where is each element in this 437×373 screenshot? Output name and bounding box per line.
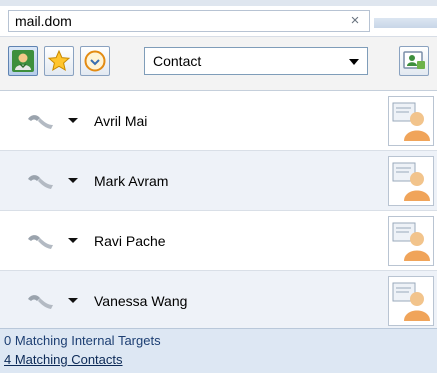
contact-row[interactable]: Ravi Pache xyxy=(0,211,437,271)
dropdown-selected-value: Contact xyxy=(153,53,202,69)
contact-name: Ravi Pache xyxy=(94,233,166,249)
contacts-person-icon xyxy=(12,50,34,72)
contact-row[interactable]: Avril Mai xyxy=(0,91,437,151)
contact-card-button[interactable] xyxy=(388,216,434,266)
internal-targets-count: 0 Matching Internal Targets xyxy=(4,333,161,348)
contacts-filter-button[interactable] xyxy=(8,46,38,76)
contact-search-panel: × Contact xyxy=(0,0,437,373)
contact-card-button[interactable] xyxy=(388,96,434,146)
matching-contacts-link[interactable]: 4 Matching Contacts xyxy=(4,351,123,369)
search-side-bar xyxy=(374,18,437,28)
add-contact-button[interactable] xyxy=(399,46,429,76)
contact-row[interactable]: Vanessa Wang xyxy=(0,271,437,331)
contact-row[interactable]: Mark Avram xyxy=(0,151,437,211)
contact-card-icon xyxy=(392,282,430,321)
contact-card-icon xyxy=(392,222,430,261)
contact-name: Vanessa Wang xyxy=(94,293,188,309)
contact-card-button[interactable] xyxy=(388,156,434,206)
phone-handset-icon[interactable] xyxy=(26,293,56,311)
add-contact-card-icon xyxy=(403,51,425,69)
phone-handset-icon[interactable] xyxy=(26,113,56,131)
chevron-down-icon[interactable] xyxy=(68,298,78,303)
clear-search-button[interactable]: × xyxy=(347,12,363,30)
search-input[interactable] xyxy=(9,11,345,31)
contact-card-icon xyxy=(392,102,430,141)
search-row: × xyxy=(0,6,437,36)
recent-clock-icon xyxy=(84,50,106,72)
contact-type-dropdown[interactable]: Contact xyxy=(144,47,368,75)
contact-name: Mark Avram xyxy=(94,173,169,189)
phone-handset-icon[interactable] xyxy=(26,173,56,191)
chevron-down-icon[interactable] xyxy=(68,118,78,123)
search-box[interactable]: × xyxy=(8,10,370,32)
contact-card-icon xyxy=(392,162,430,201)
chevron-down-icon[interactable] xyxy=(68,238,78,243)
contact-card-button[interactable] xyxy=(388,276,434,326)
contact-list: Avril Mai Mark Avram Ravi Pache Vanessa … xyxy=(0,90,437,331)
phone-handset-icon[interactable] xyxy=(26,233,56,251)
chevron-down-icon xyxy=(349,59,359,65)
favorites-star-icon xyxy=(47,49,71,72)
recent-filter-button[interactable] xyxy=(80,46,110,76)
chevron-down-icon[interactable] xyxy=(68,178,78,183)
favorites-filter-button[interactable] xyxy=(44,46,74,76)
results-footer: 0 Matching Internal Targets 4 Matching C… xyxy=(0,328,437,373)
contact-name: Avril Mai xyxy=(94,113,148,129)
toolbar: Contact xyxy=(0,36,437,91)
